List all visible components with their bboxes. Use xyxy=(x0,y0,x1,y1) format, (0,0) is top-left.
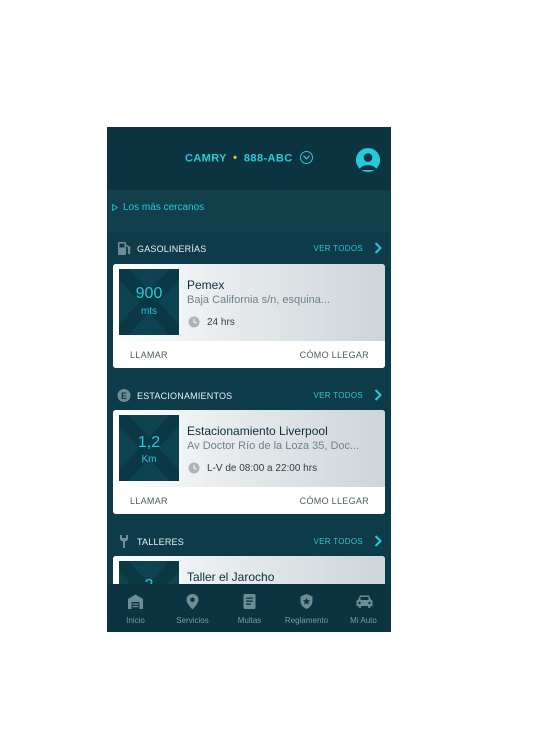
opening-hours: 24 hrs xyxy=(207,317,235,328)
user-avatar-icon[interactable] xyxy=(356,148,380,172)
distance-unit: mts xyxy=(140,306,158,317)
distance-tile: 900 mts xyxy=(119,269,179,335)
document-icon xyxy=(243,594,256,609)
play-arrow-icon xyxy=(112,204,118,211)
nav-item-inicio[interactable]: Inicio xyxy=(107,584,164,632)
view-all-link[interactable]: VER TODOS xyxy=(313,244,363,253)
wrench-icon xyxy=(120,535,128,548)
distance-unit: Km xyxy=(141,454,157,465)
gas-station-card[interactable]: 900 mts Pemex Baja California s/n, esqui… xyxy=(113,264,385,368)
section-gas-stations-header: GASOLINERÍAS VER TODOS xyxy=(107,240,391,260)
card-actions: LLAMAR CÓMO LLEGAR xyxy=(113,341,385,368)
nav-label: Multas xyxy=(237,616,262,625)
nav-label: Inicio xyxy=(126,616,145,625)
garage-icon xyxy=(128,594,143,609)
app-header: CAMRY • 888-ABC xyxy=(107,127,391,190)
place-name: Pemex xyxy=(187,278,225,292)
view-all-link[interactable]: VER TODOS xyxy=(313,537,363,546)
section-parking-header: E ESTACIONAMIENTOS VER TODOS xyxy=(107,387,391,407)
car-model: CAMRY xyxy=(184,152,227,165)
distance-value: 1,2 xyxy=(137,434,161,451)
place-address: Baja California s/n, esquina... xyxy=(187,294,331,306)
fuel-pump-icon xyxy=(118,242,131,255)
place-name: Taller el Jarocho xyxy=(187,570,275,584)
vehicle-selector[interactable]: CAMRY • 888-ABC xyxy=(107,151,391,165)
clock-icon xyxy=(188,462,200,474)
card-actions: LLAMAR CÓMO LLEGAR xyxy=(113,487,385,514)
svg-text:E: E xyxy=(121,391,127,401)
clock-icon xyxy=(188,316,200,328)
call-button[interactable]: LLAMAR xyxy=(130,350,168,360)
separator-dot: • xyxy=(233,152,238,165)
police-badge-icon xyxy=(300,594,313,609)
nav-item-reglamento[interactable]: Reglamento xyxy=(278,584,335,632)
nav-item-mi-auto[interactable]: Mi Auto xyxy=(335,584,391,632)
parking-icon: E xyxy=(117,389,131,402)
nearby-label: Los más cercanos xyxy=(123,202,205,213)
car-icon xyxy=(356,595,373,608)
bottom-navigation: Inicio Servicios Multas Reglamento Mi Au… xyxy=(107,584,391,632)
directions-button[interactable]: CÓMO LLEGAR xyxy=(300,350,369,360)
card-body[interactable]: 900 mts Pemex Baja California s/n, esqui… xyxy=(113,264,385,341)
location-pin-icon xyxy=(186,594,199,610)
section-title: GASOLINERÍAS xyxy=(137,244,207,254)
place-name: Estacionamiento Liverpool xyxy=(187,424,328,438)
place-address: Av Doctor Río de la Loza 35, Doc... xyxy=(187,440,360,452)
app-screen: CAMRY • 888-ABC Los más cercanos GASOLIN… xyxy=(107,127,391,632)
nav-label: Reglamento xyxy=(284,616,329,625)
section-workshops-header: TALLERES VER TODOS xyxy=(107,533,391,553)
call-button[interactable]: LLAMAR xyxy=(130,496,168,506)
distance-value: 900 xyxy=(135,285,163,302)
nav-item-multas[interactable]: Multas xyxy=(221,584,278,632)
nav-item-servicios[interactable]: Servicios xyxy=(164,584,221,632)
opening-hours: L-V de 08:00 a 22:00 hrs xyxy=(207,463,318,474)
chevron-down-icon[interactable] xyxy=(300,151,314,164)
parking-card[interactable]: 1,2 Km Estacionamiento Liverpool Av Doct… xyxy=(113,410,385,514)
nav-label: Servicios xyxy=(176,616,209,625)
nearby-filter[interactable]: Los más cercanos xyxy=(107,190,391,232)
distance-tile: 1,2 Km xyxy=(119,415,179,481)
section-title: ESTACIONAMIENTOS xyxy=(137,391,233,401)
directions-button[interactable]: CÓMO LLEGAR xyxy=(300,496,369,506)
view-all-link[interactable]: VER TODOS xyxy=(313,391,363,400)
chevron-right-icon[interactable] xyxy=(374,242,382,254)
car-plate: 888-ABC xyxy=(243,152,293,165)
card-body[interactable]: 1,2 Km Estacionamiento Liverpool Av Doct… xyxy=(113,410,385,487)
section-title: TALLERES xyxy=(137,537,184,547)
nav-label: Mi Auto xyxy=(350,616,377,625)
chevron-right-icon[interactable] xyxy=(374,535,382,547)
chevron-right-icon[interactable] xyxy=(374,389,382,401)
